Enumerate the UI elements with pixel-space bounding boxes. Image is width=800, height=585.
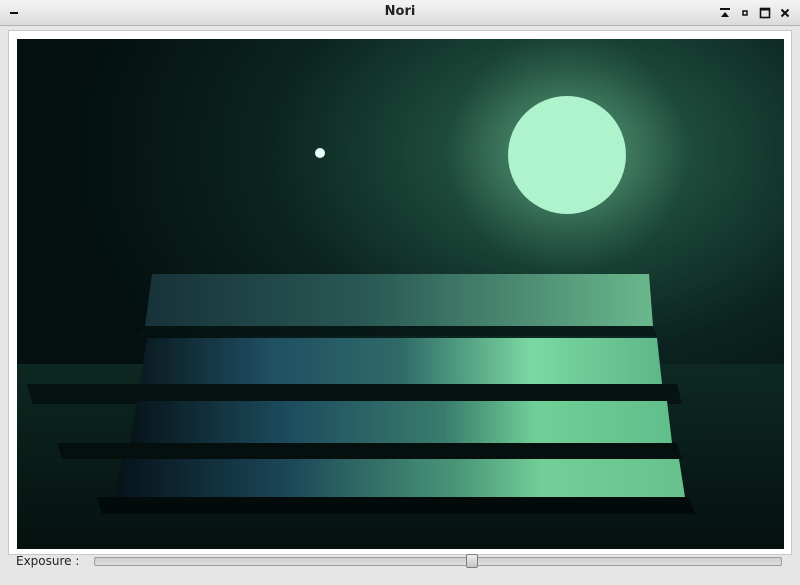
rendered-image[interactable] [17, 39, 784, 549]
plate-1 [145, 274, 653, 326]
title-bar[interactable]: Nori [0, 0, 800, 26]
exposure-slider-handle[interactable] [466, 554, 478, 568]
plate-3-shadow [57, 443, 682, 459]
plate-2 [140, 338, 662, 384]
plate-1-shadow [137, 326, 657, 336]
exposure-control: Exposure : [0, 551, 800, 573]
shade-icon[interactable] [717, 5, 733, 21]
close-icon[interactable] [777, 5, 793, 21]
plate-3 [130, 401, 672, 443]
window-title: Nori [384, 4, 416, 19]
render-canvas [17, 39, 784, 549]
app-window: Nori Exposure: [0, 0, 800, 585]
plate-4-shadow [97, 497, 695, 514]
exposure-label: Exposure : [16, 554, 80, 568]
large-light-sphere [508, 96, 626, 214]
plate-4 [115, 459, 685, 497]
small-light-sphere [315, 148, 325, 158]
minimize-icon[interactable] [737, 5, 753, 21]
exposure-slider[interactable] [94, 554, 782, 568]
maximize-icon[interactable] [757, 5, 773, 21]
render-panel [8, 30, 792, 555]
